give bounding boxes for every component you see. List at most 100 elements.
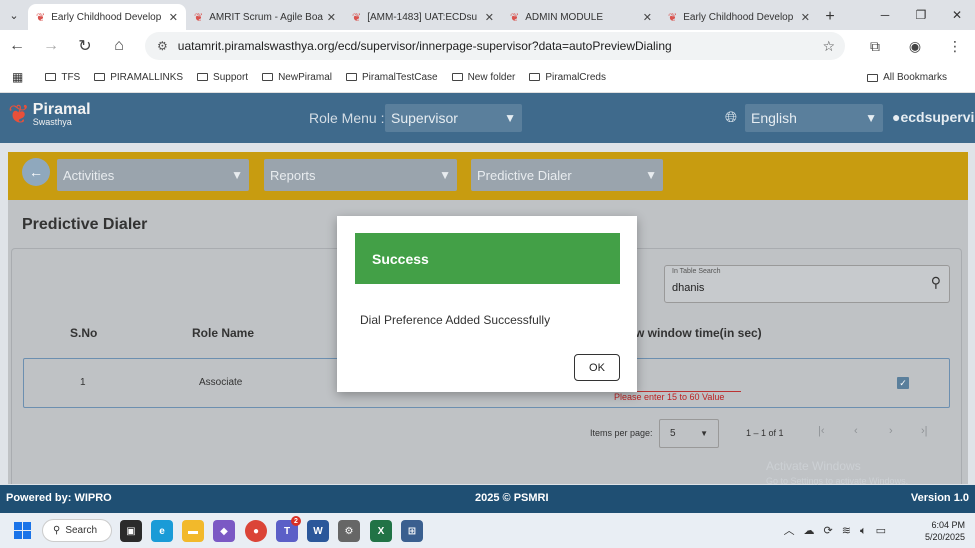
- chevron-down-icon: ▼: [504, 111, 516, 125]
- restore-icon[interactable]: ❐: [903, 0, 939, 30]
- browser-tab-strip: ⌄ ❦ Early Childhood Develop ✕ ❦ AMRIT Sc…: [0, 0, 975, 30]
- file-explorer-icon[interactable]: ▬: [182, 520, 204, 542]
- page-title: Predictive Dialer: [22, 216, 148, 233]
- browser-tab-label: Early Childhood Develop: [51, 11, 162, 23]
- activities-select-label: Activities: [63, 167, 115, 183]
- clock-date: 5/20/2025: [924, 532, 965, 542]
- close-icon[interactable]: ✕: [327, 11, 336, 24]
- reload-icon[interactable]: ↻: [68, 30, 102, 62]
- word-icon[interactable]: W: [307, 520, 329, 542]
- search-icon[interactable]: ⚲: [931, 274, 941, 291]
- remote-desktop-icon[interactable]: ⊞: [401, 520, 423, 542]
- folder-icon: [94, 73, 106, 81]
- bookmark-item[interactable]: NewPiramal: [262, 72, 332, 83]
- table-search-value: dhanis: [672, 282, 705, 294]
- table-search-field[interactable]: In Table Search dhanis ⚲: [664, 265, 950, 303]
- extensions-icon[interactable]: ⧉: [855, 30, 895, 62]
- taskbar-clock[interactable]: 6:04 PM 5/20/2025: [925, 519, 965, 543]
- home-icon[interactable]: ⌂: [102, 30, 136, 62]
- bookmark-item[interactable]: TFS: [45, 72, 80, 83]
- teams-icon[interactable]: T2: [276, 516, 301, 542]
- role-select-value: Supervisor: [391, 110, 458, 126]
- clock-time: 6:04 PM: [931, 520, 965, 530]
- windows-start-icon[interactable]: [14, 522, 31, 539]
- module-toolbar: ← Activities ▼ Reports ▼ Predictive Dial…: [8, 152, 968, 200]
- site-settings-icon[interactable]: ⚙: [157, 39, 168, 53]
- column-header-sno: S.No: [70, 326, 98, 340]
- bookmark-item[interactable]: New folder: [451, 72, 515, 83]
- checkmark-icon: ✓: [899, 377, 907, 388]
- new-tab-icon[interactable]: +: [818, 4, 842, 30]
- browser-tab-4[interactable]: ❦ ADMIN MODULE ✕: [502, 4, 660, 30]
- bookmark-item[interactable]: PiramalTestCase: [345, 71, 438, 83]
- windows-taskbar: ⚲ Search ▣ e ▬ ◆ ● T2 W ⚙ X ⊞ ︿☁⟳≋🔈︎▭ 6:…: [0, 513, 975, 548]
- success-dialog-header: Success: [355, 233, 620, 284]
- apps-grid-icon[interactable]: ▦: [12, 70, 23, 84]
- success-dialog: Success Dial Preference Added Successful…: [337, 216, 637, 392]
- close-icon[interactable]: ✕: [643, 11, 652, 24]
- folder-icon: [45, 73, 57, 81]
- activities-select[interactable]: Activities ▼: [57, 159, 249, 191]
- user-name: ecdsupervis: [900, 109, 975, 125]
- row-checkbox[interactable]: ✓: [897, 377, 909, 389]
- bookmark-item[interactable]: Support: [197, 72, 248, 83]
- browser-tab-2[interactable]: ❦ AMRIT Scrum - Agile Boa ✕: [186, 4, 344, 30]
- role-select[interactable]: Supervisor ▼: [385, 104, 522, 132]
- browser-tab-label: ADMIN MODULE: [525, 11, 604, 23]
- previous-page-icon[interactable]: ‹: [854, 425, 858, 437]
- bookmarks-bar: ▦ TFS PIRAMALLINKS Support NewPiramal Pi…: [0, 62, 975, 93]
- all-bookmarks-label: All Bookmarks: [883, 72, 947, 83]
- predictive-dialer-select[interactable]: Predictive Dialer ▼: [471, 159, 663, 191]
- first-page-icon[interactable]: |‹: [818, 425, 825, 437]
- folder-icon: [451, 73, 463, 81]
- chrome-icon[interactable]: ●: [245, 520, 267, 542]
- language-select[interactable]: English ▼: [745, 104, 883, 132]
- reports-select-label: Reports: [270, 167, 316, 183]
- store-icon[interactable]: ◆: [213, 520, 235, 542]
- last-page-icon[interactable]: ›|: [921, 425, 928, 437]
- logo-sub-text: Swasthya: [32, 116, 72, 127]
- task-view-icon[interactable]: ▣: [120, 520, 142, 542]
- folder-icon: [529, 73, 541, 81]
- user-menu[interactable]: ●ecdsupervis: [892, 109, 975, 125]
- ok-button[interactable]: OK: [574, 354, 620, 381]
- bookmark-label: PIRAMALLINKS: [110, 71, 184, 83]
- window-controls: ─ ❐ ✕: [867, 0, 975, 30]
- minimize-icon[interactable]: ─: [867, 0, 903, 30]
- logo-main-text: Piramal: [32, 100, 91, 118]
- close-icon[interactable]: ✕: [801, 11, 810, 24]
- edge-icon[interactable]: e: [151, 520, 173, 542]
- profile-icon[interactable]: ◉: [895, 30, 935, 62]
- bookmark-item[interactable]: PIRAMALLINKS: [94, 72, 183, 83]
- piramal-favicon-icon: ❦: [352, 11, 362, 24]
- excel-icon[interactable]: X: [370, 520, 392, 542]
- pagination-range: 1 – 1 of 1: [746, 428, 784, 438]
- window-close-icon[interactable]: ✕: [939, 0, 975, 30]
- folder-icon: [867, 73, 879, 82]
- browser-tab-3[interactable]: ❦ [AMM-1483] UAT:ECDsu ✕: [344, 4, 502, 30]
- menu-kebab-icon[interactable]: ⋮: [935, 30, 975, 62]
- piramal-favicon-icon: ❦: [194, 11, 204, 24]
- reports-select[interactable]: Reports ▼: [264, 159, 457, 191]
- bookmark-star-icon[interactable]: ☆: [822, 38, 835, 55]
- back-arrow-icon[interactable]: ←: [0, 30, 34, 62]
- items-per-page-select[interactable]: 5 ▼: [659, 419, 719, 448]
- teams-badge: 2: [291, 516, 301, 526]
- address-row: ← → ↻ ⌂ ⚙ uatamrit.piramalswasthya.org/e…: [0, 30, 975, 62]
- browser-tab-1[interactable]: ❦ Early Childhood Develop ✕: [28, 4, 186, 30]
- browser-tab-5[interactable]: ❦ Early Childhood Develop ✕: [660, 4, 818, 30]
- close-icon[interactable]: ✕: [169, 11, 178, 24]
- system-tray-icons[interactable]: ︿☁⟳≋🔈︎▭: [784, 522, 895, 538]
- all-bookmarks[interactable]: All Bookmarks: [867, 62, 947, 93]
- taskbar-search[interactable]: ⚲ Search: [42, 519, 112, 542]
- bookmark-item[interactable]: PiramalCreds: [529, 72, 606, 83]
- next-page-icon[interactable]: ›: [889, 425, 893, 437]
- address-bar[interactable]: ⚙ uatamrit.piramalswasthya.org/ecd/super…: [145, 32, 845, 60]
- back-button[interactable]: ←: [22, 158, 50, 186]
- tab-search-icon[interactable]: ⌄: [0, 0, 28, 30]
- forward-arrow-icon[interactable]: →: [34, 30, 68, 62]
- bookmark-label: NewPiramal: [278, 71, 332, 83]
- settings-icon[interactable]: ⚙: [338, 520, 360, 542]
- close-icon[interactable]: ✕: [485, 11, 494, 24]
- bookmark-label: PiramalTestCase: [361, 71, 438, 83]
